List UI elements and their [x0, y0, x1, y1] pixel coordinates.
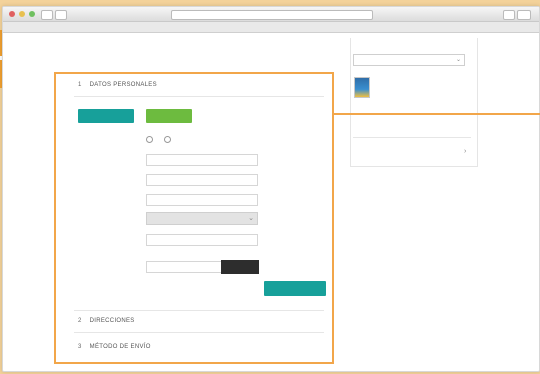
tabs-button[interactable] — [517, 10, 531, 20]
close-dot-icon[interactable] — [9, 11, 15, 17]
login-button[interactable] — [146, 109, 192, 123]
section-number: 3 — [78, 344, 82, 350]
cart-details-toggle[interactable]: ⌄ — [353, 54, 465, 66]
maximize-dot-icon[interactable] — [29, 11, 35, 17]
section-shipping-method[interactable]: 3 MÉTODO DE ENVÍO — [78, 344, 151, 350]
first-name-input[interactable] — [146, 154, 258, 166]
chevron-down-icon: ⌄ — [248, 215, 254, 222]
section-personal-info[interactable]: 1 DATOS PERSONALES — [78, 82, 157, 88]
checkout-panel: 1 DATOS PERSONALES ⌄ 2 DIRECCIONES 3 MÉTODO… — [54, 72, 334, 364]
section-title: DATOS PERSONALES — [89, 82, 157, 88]
section-divider — [74, 332, 324, 333]
country-select[interactable]: ⌄ — [146, 212, 258, 225]
social-title-radio-one[interactable] — [146, 136, 155, 143]
share-button[interactable] — [503, 10, 515, 20]
radio-circle-icon — [164, 136, 171, 143]
show-password-button[interactable] — [221, 260, 259, 274]
minimize-dot-icon[interactable] — [19, 11, 25, 17]
section-addresses[interactable]: 2 DIRECCIONES — [78, 318, 135, 324]
email-input[interactable] — [146, 194, 258, 206]
sidebar-divider — [353, 137, 471, 138]
chevron-right-icon[interactable]: › — [464, 148, 466, 155]
chevron-down-icon: ⌄ — [455, 57, 461, 63]
last-name-input[interactable] — [146, 174, 258, 186]
guest-order-button[interactable] — [78, 109, 134, 123]
birthdate-input[interactable] — [146, 234, 258, 246]
section-number: 2 — [78, 318, 82, 324]
section-divider — [74, 310, 324, 311]
browser-tab[interactable] — [3, 22, 539, 33]
product-thumbnail — [354, 77, 370, 98]
social-title-radio-two[interactable] — [164, 136, 173, 143]
browser-titlebar — [3, 7, 539, 22]
highlight-connector — [334, 113, 540, 115]
section-number: 1 — [78, 82, 82, 88]
continue-button[interactable] — [264, 281, 326, 296]
address-bar[interactable] — [171, 10, 373, 20]
password-input[interactable] — [146, 261, 222, 273]
forward-button[interactable] — [55, 10, 67, 20]
section-divider — [74, 96, 324, 97]
section-title: DIRECCIONES — [89, 318, 135, 324]
back-button[interactable] — [41, 10, 53, 20]
radio-circle-icon — [146, 136, 153, 143]
section-title: MÉTODO DE ENVÍO — [89, 344, 151, 350]
